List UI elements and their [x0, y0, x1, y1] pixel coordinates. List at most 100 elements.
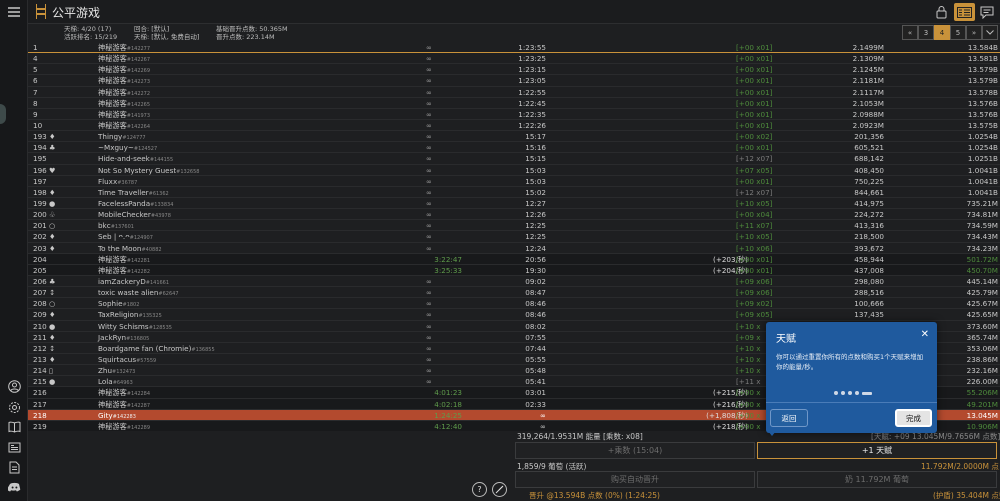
rank-cell: 204	[33, 254, 47, 264]
points-cell: 373.60M	[966, 321, 998, 331]
table-row[interactable]: 203 ♦ To the Moon#40882 ∞ 12:24 [+10 x06] 393…	[28, 243, 1000, 254]
table-row[interactable]: 195 Hide-and-seek#144155 ∞ 15:15 [+12 x07] 68…	[28, 153, 1000, 165]
drawer-handle[interactable]	[0, 104, 6, 124]
pager-page-active[interactable]: 4	[934, 25, 950, 40]
power-cell: 458,944	[854, 254, 884, 264]
help-icon[interactable]: ?	[472, 482, 487, 497]
power-cell: 288,516	[854, 288, 884, 298]
multiplier-cell: [+10 x	[736, 343, 761, 353]
base-points: 基础晋升点数: 50.365M	[216, 25, 288, 33]
player-id: #124527	[133, 146, 158, 153]
table-row[interactable]: 202 ♦ Seb | ᴖ.ᴖ#124907 ∞ 12:25 [+10 x05] 218,…	[28, 231, 1000, 243]
ladder-logo-icon	[36, 4, 46, 19]
time-cell: 08:46	[525, 299, 546, 309]
buy-talent-button[interactable]: +1 天赋	[757, 442, 997, 459]
time-cell: 08:47	[525, 288, 546, 298]
done-button[interactable]: 完成	[895, 409, 932, 427]
top-bar: 公平游戏	[28, 0, 1000, 24]
table-row[interactable]: 199 ● FacelessPanda#133834 ∞ 12:27 [+10 x05]…	[28, 198, 1000, 210]
player-name: 神秘游客	[98, 87, 127, 97]
pager-page[interactable]: 5	[950, 25, 966, 40]
player-id: #40882	[141, 246, 162, 253]
power-cell: 2.1499M	[852, 43, 884, 52]
rank-cell: 212 ↕	[33, 343, 56, 353]
vinegar-button[interactable]: 奶 11.792M 葡萄	[757, 471, 997, 488]
points-cell: 425.79M	[966, 288, 998, 298]
book-icon[interactable]	[6, 420, 22, 434]
points-cell: 1.0254B	[967, 143, 998, 153]
player-name: FacelessPanda	[98, 198, 151, 208]
table-row[interactable]: 198 ♦ Time Traveller#61362 ∞ 15:02 [+12 x07]…	[28, 187, 1000, 198]
ladder-view-icon[interactable]	[954, 3, 975, 21]
table-row[interactable]: 205 神秘游客#142282 3:25:33 19:30 (+204/秒) [+00 x…	[28, 264, 1000, 276]
infinity-cell: ∞	[426, 109, 432, 119]
time-cell: 08:02	[525, 321, 546, 331]
table-row[interactable]: 193 ♦ Thingy#124777 ∞ 15:17 [+00 x02] 201,356…	[28, 131, 1000, 143]
back-button[interactable]: 返回	[770, 409, 808, 427]
chat-icon[interactable]	[979, 3, 995, 21]
table-row[interactable]: 8 神秘游客#142265 ∞ 1:22:45 [+00 x01] 2.1053M 13.5…	[28, 98, 1000, 109]
table-row[interactable]: 10 神秘游客#142264 ∞ 1:22:26 [+00 x01] 2.0923M 13.…	[28, 120, 1000, 132]
player-id: #1802	[122, 302, 140, 309]
pager-last[interactable]: »	[966, 25, 982, 40]
table-row[interactable]: 206 ♣ iamZackeryD#141661 ∞ 09:02 [+09 x06] 29…	[28, 276, 1000, 288]
time-cell: 1:23:25	[518, 54, 546, 64]
news-icon[interactable]	[6, 440, 22, 454]
infinity-cell: ∞	[426, 299, 432, 309]
table-row[interactable]: 194 ♣ ~Mxguy~#124527 ∞ 15:16 [+00 x01] 605,52…	[28, 142, 1000, 154]
points-cell: 13.578B	[967, 87, 998, 97]
close-icon[interactable]: ✕	[921, 329, 929, 340]
rocket-icon[interactable]	[492, 482, 507, 497]
player-id: #128535	[148, 324, 172, 331]
chevron-down-icon[interactable]	[982, 25, 998, 40]
table-row[interactable]: 196 ♥ Not So Mystery Guest#132658 ∞ 15:03 [+…	[28, 165, 1000, 176]
buy-auto-promote-button[interactable]: 购买自动晋升	[515, 471, 755, 488]
table-row[interactable]: 197 Fluxx#36787 ∞ 15:03 [+00 x01] 750,225 1.00…	[28, 176, 1000, 187]
time-cell: 12:26	[525, 210, 546, 220]
lock-icon[interactable]	[934, 3, 948, 21]
player-id: #142289	[126, 424, 151, 431]
document-icon[interactable]	[6, 460, 22, 474]
points-cell: 13.045M	[966, 410, 998, 420]
table-row[interactable]: 209 ♦ TaxReligion#135325 ∞ 08:46 [+09 x05] 13…	[28, 309, 1000, 321]
player-id: #141973	[126, 112, 151, 119]
table-row[interactable]: 208 ○ Sophie#1802 ∞ 08:46 [+09 x02] 100,666 42…	[28, 298, 1000, 310]
table-row[interactable]: 4 神秘游客#142267 ∞ 1:23:25 [+00 x01] 2.1309M 13.5…	[28, 53, 1000, 65]
infinity-cell: ∞	[426, 176, 432, 186]
power-cell: 413,316	[854, 221, 884, 231]
player-id: #124777	[122, 135, 146, 142]
table-row[interactable]: 201 ○ bkc#137601 ∞ 12:25 [+11 x07] 413,316 734…	[28, 220, 1000, 232]
table-row[interactable]: 204 神秘游客#142281 3:22:47 20:56 (+203/秒) [+00 x…	[28, 253, 1000, 265]
player-name: Gity	[98, 410, 113, 420]
player-name: Zhu	[98, 366, 113, 376]
rank-cell: 1	[33, 43, 38, 52]
gear-icon[interactable]	[6, 400, 22, 414]
promote-points: 晋升点数: 223.14M	[216, 33, 275, 41]
table-row[interactable]: 200 ♧ MobileChecker#43978 ∞ 12:26 [+00 x04] 2…	[28, 209, 1000, 221]
points-cell: 425.65M	[966, 310, 998, 320]
time-cell: 1:23:15	[518, 65, 546, 75]
table-row[interactable]: 7 神秘游客#142272 ∞ 1:22:55 [+00 x01] 2.1117M 13.5…	[28, 87, 1000, 98]
table-row[interactable]: 207 ↕ toxic waste alien#62647 ∞ 08:47 [+09 x…	[28, 287, 1000, 299]
infinity-cell: ∞	[426, 132, 432, 142]
ladder-progress: 天梯: 4/20 (17)	[64, 25, 112, 33]
table-row[interactable]: 6 神秘游客#142273 ∞ 1:23:05 [+00 x01] 2.1181M 13.5…	[28, 75, 1000, 87]
multiplier-cell: [+10 x06]	[736, 243, 773, 253]
table-row[interactable]: 1 神秘游客#142277 ∞ 1:23:55 [+00 x01] 2.1499M 13.5…	[28, 42, 1000, 54]
player-name: iamZackeryD	[98, 276, 146, 286]
time-cell: 12:25	[525, 221, 546, 231]
multiplier-cell: [+11 x	[736, 377, 761, 387]
user-icon[interactable]	[6, 379, 22, 393]
step-indicator	[834, 391, 872, 395]
pager-first[interactable]: «	[902, 25, 918, 40]
table-row[interactable]: 9 神秘游客#141973 ∞ 1:22:35 [+00 x01] 2.0988M 13.5…	[28, 109, 1000, 120]
power-cell: 408,450	[854, 165, 884, 175]
points-cell: 13.576B	[967, 109, 998, 119]
player-id: #61362	[148, 190, 169, 197]
table-row[interactable]: 5 神秘游客#142269 ∞ 1:23:15 [+00 x01] 2.1245M 13.5…	[28, 64, 1000, 76]
menu-icon[interactable]	[6, 5, 22, 19]
discord-icon[interactable]	[6, 480, 22, 494]
player-name: MobileChecker	[98, 210, 151, 220]
pager-page[interactable]: 3	[918, 25, 934, 40]
buy-multiplier-button[interactable]: +乘数 (15:04)	[515, 442, 755, 459]
